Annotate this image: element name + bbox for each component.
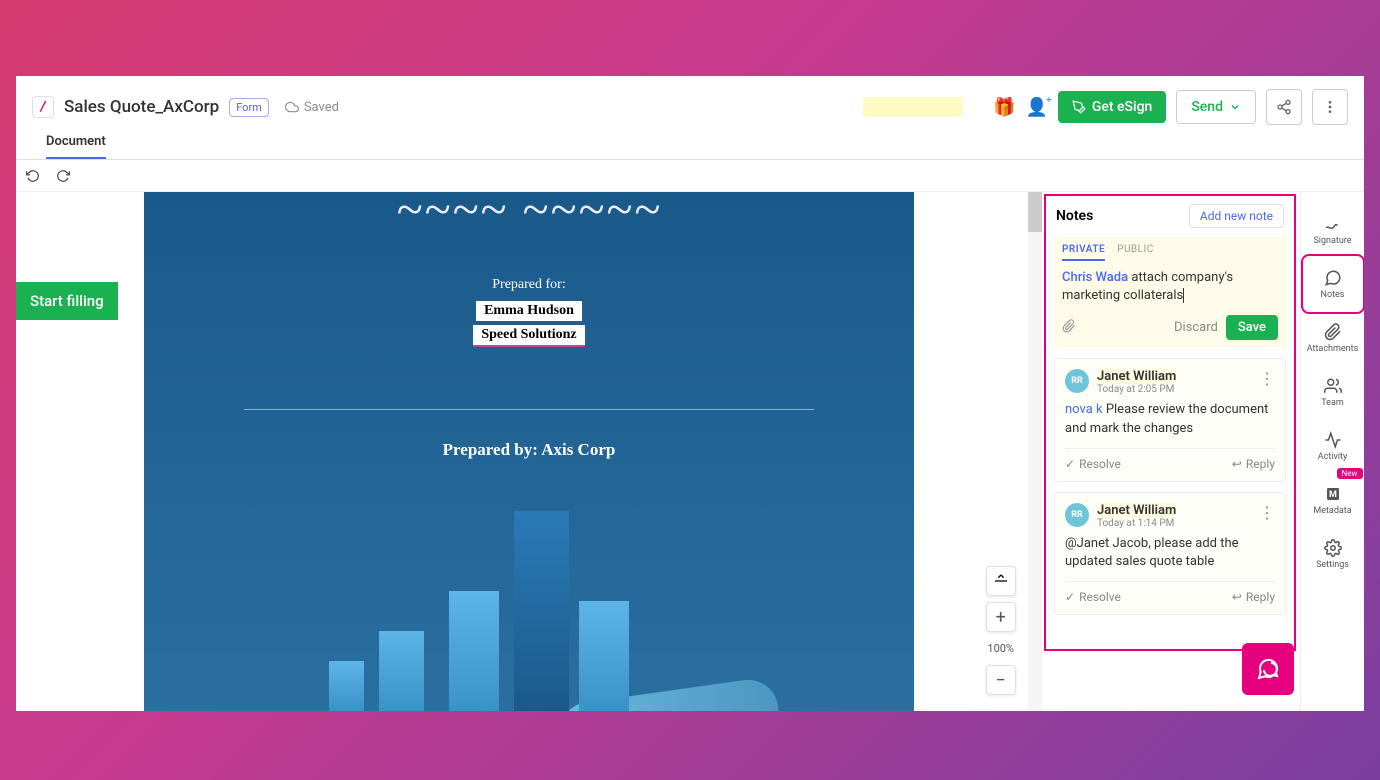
recipient-name-field[interactable]: Emma Hudson xyxy=(476,301,582,321)
rail-attachments[interactable]: Attachments xyxy=(1305,312,1361,364)
document-viewer: Start filling ~~~~ ~~~~~ Prepared for: E… xyxy=(16,192,1042,711)
rail-team[interactable]: Team xyxy=(1305,366,1361,418)
resolve-button[interactable]: ✓ Resolve xyxy=(1065,590,1121,604)
discard-button[interactable]: Discard xyxy=(1174,320,1218,335)
redo-icon[interactable] xyxy=(56,169,70,183)
right-rail: Signature Notes Attachments Team Activit… xyxy=(1300,192,1364,711)
zoom-percent: 100% xyxy=(983,638,1018,659)
note-card: RR Janet William Today at 1:14 PM ⋮ @Jan… xyxy=(1054,492,1286,615)
note-card: RR Janet William Today at 2:05 PM ⋮ nova… xyxy=(1054,358,1286,481)
notes-title: Notes xyxy=(1056,208,1093,224)
signature-icon xyxy=(1324,215,1342,233)
team-icon xyxy=(1324,377,1342,395)
more-menu-button[interactable] xyxy=(1312,89,1348,125)
attach-icon[interactable] xyxy=(1062,318,1166,337)
gift-icon[interactable]: 🎁 xyxy=(993,97,1015,118)
chevron-down-icon xyxy=(1229,101,1241,113)
note-more-menu[interactable]: ⋮ xyxy=(1259,369,1275,388)
zoom-controls: + 100% − xyxy=(983,566,1018,695)
more-vertical-icon xyxy=(1322,99,1338,115)
gear-icon xyxy=(1324,539,1342,557)
chart-graphic xyxy=(279,491,779,711)
chat-icon xyxy=(1324,269,1342,287)
note-author: Janet William xyxy=(1097,503,1176,518)
activity-icon xyxy=(1324,431,1342,449)
main-area: Start filling ~~~~ ~~~~~ Prepared for: E… xyxy=(16,192,1364,711)
paperclip-icon xyxy=(1324,323,1342,341)
fit-icon xyxy=(993,573,1009,589)
form-badge: Form xyxy=(229,98,269,117)
rail-activity[interactable]: Activity xyxy=(1305,420,1361,472)
avatar: RR xyxy=(1065,503,1089,527)
save-note-button[interactable]: Save xyxy=(1226,315,1278,340)
document-page: ~~~~ ~~~~~ Prepared for: Emma Hudson Spe… xyxy=(144,192,914,711)
cloud-icon xyxy=(285,100,299,114)
new-badge: New xyxy=(1337,468,1363,479)
resolve-button[interactable]: ✓ Resolve xyxy=(1065,457,1121,471)
send-button[interactable]: Send xyxy=(1176,90,1256,124)
notes-panel: Notes Add new note PRIVATE PUBLIC Chris … xyxy=(1044,194,1296,651)
note-body: nova k Please review the document and ma… xyxy=(1065,401,1275,437)
recipient-company-field[interactable]: Speed Solutionz xyxy=(473,325,584,347)
tab-public[interactable]: PUBLIC xyxy=(1117,244,1154,261)
start-filling-button[interactable]: Start filling xyxy=(16,282,118,320)
svg-text:M: M xyxy=(1329,490,1337,500)
note-body: @Janet Jacob, please add the updated sal… xyxy=(1065,535,1275,571)
app-window: / Sales Quote_AxCorp Form Saved 🎁 👤+ Get… xyxy=(16,76,1364,711)
chat-bubble-icon xyxy=(1256,657,1280,681)
share-icon xyxy=(1276,99,1292,115)
note-compose: PRIVATE PUBLIC Chris Wada attach company… xyxy=(1054,236,1286,348)
rail-signature[interactable]: Signature xyxy=(1305,204,1361,256)
reply-button[interactable]: ↩ Reply xyxy=(1232,590,1275,604)
add-note-button[interactable]: Add new note xyxy=(1189,204,1284,228)
prepared-for-label: Prepared for: xyxy=(144,277,914,293)
note-visibility-tabs: PRIVATE PUBLIC xyxy=(1062,244,1278,261)
app-logo: / xyxy=(32,96,54,118)
rail-settings[interactable]: Settings xyxy=(1305,528,1361,580)
zoom-out-button[interactable]: − xyxy=(986,665,1016,695)
document-title: Sales Quote_AxCorp xyxy=(64,97,219,117)
note-author: Janet William xyxy=(1097,369,1176,384)
scrollbar[interactable] xyxy=(1028,192,1042,711)
doc-page-title: ~~~~ ~~~~~ xyxy=(144,192,914,237)
get-esign-button[interactable]: Get eSign xyxy=(1058,91,1166,123)
rail-notes[interactable]: Notes xyxy=(1305,258,1361,310)
tab-document[interactable]: Document xyxy=(46,128,106,159)
prepared-by-label: Prepared by: Axis Corp xyxy=(144,440,914,460)
divider xyxy=(244,409,814,410)
metadata-icon: M xyxy=(1324,485,1342,503)
note-timestamp: Today at 1:14 PM xyxy=(1097,518,1176,529)
tab-private[interactable]: PRIVATE xyxy=(1062,244,1105,261)
tabs-row: Document xyxy=(16,128,1364,160)
saved-status: Saved xyxy=(285,100,339,115)
avatar: RR xyxy=(1065,369,1089,393)
note-timestamp: Today at 2:05 PM xyxy=(1097,384,1176,395)
reply-button[interactable]: ↩ Reply xyxy=(1232,457,1275,471)
rail-metadata[interactable]: New M Metadata xyxy=(1305,474,1361,526)
fit-screen-button[interactable] xyxy=(986,566,1016,596)
highlight-marker xyxy=(863,97,963,117)
note-more-menu[interactable]: ⋮ xyxy=(1259,503,1275,522)
note-compose-text[interactable]: Chris Wada attach company's marketing co… xyxy=(1062,269,1278,305)
toolbar xyxy=(16,160,1364,192)
note-compose-actions: Discard Save xyxy=(1062,315,1278,340)
notes-header: Notes Add new note xyxy=(1046,196,1294,236)
zoom-in-button[interactable]: + xyxy=(986,602,1016,632)
share-button[interactable] xyxy=(1266,89,1302,125)
chat-fab[interactable] xyxy=(1242,643,1294,695)
topbar-actions: Get eSign Send xyxy=(1058,89,1348,125)
undo-icon[interactable] xyxy=(26,169,40,183)
pen-icon xyxy=(1072,100,1086,114)
add-user-icon[interactable]: 👤+ xyxy=(1025,97,1047,118)
topbar: / Sales Quote_AxCorp Form Saved 🎁 👤+ Get… xyxy=(16,76,1364,128)
